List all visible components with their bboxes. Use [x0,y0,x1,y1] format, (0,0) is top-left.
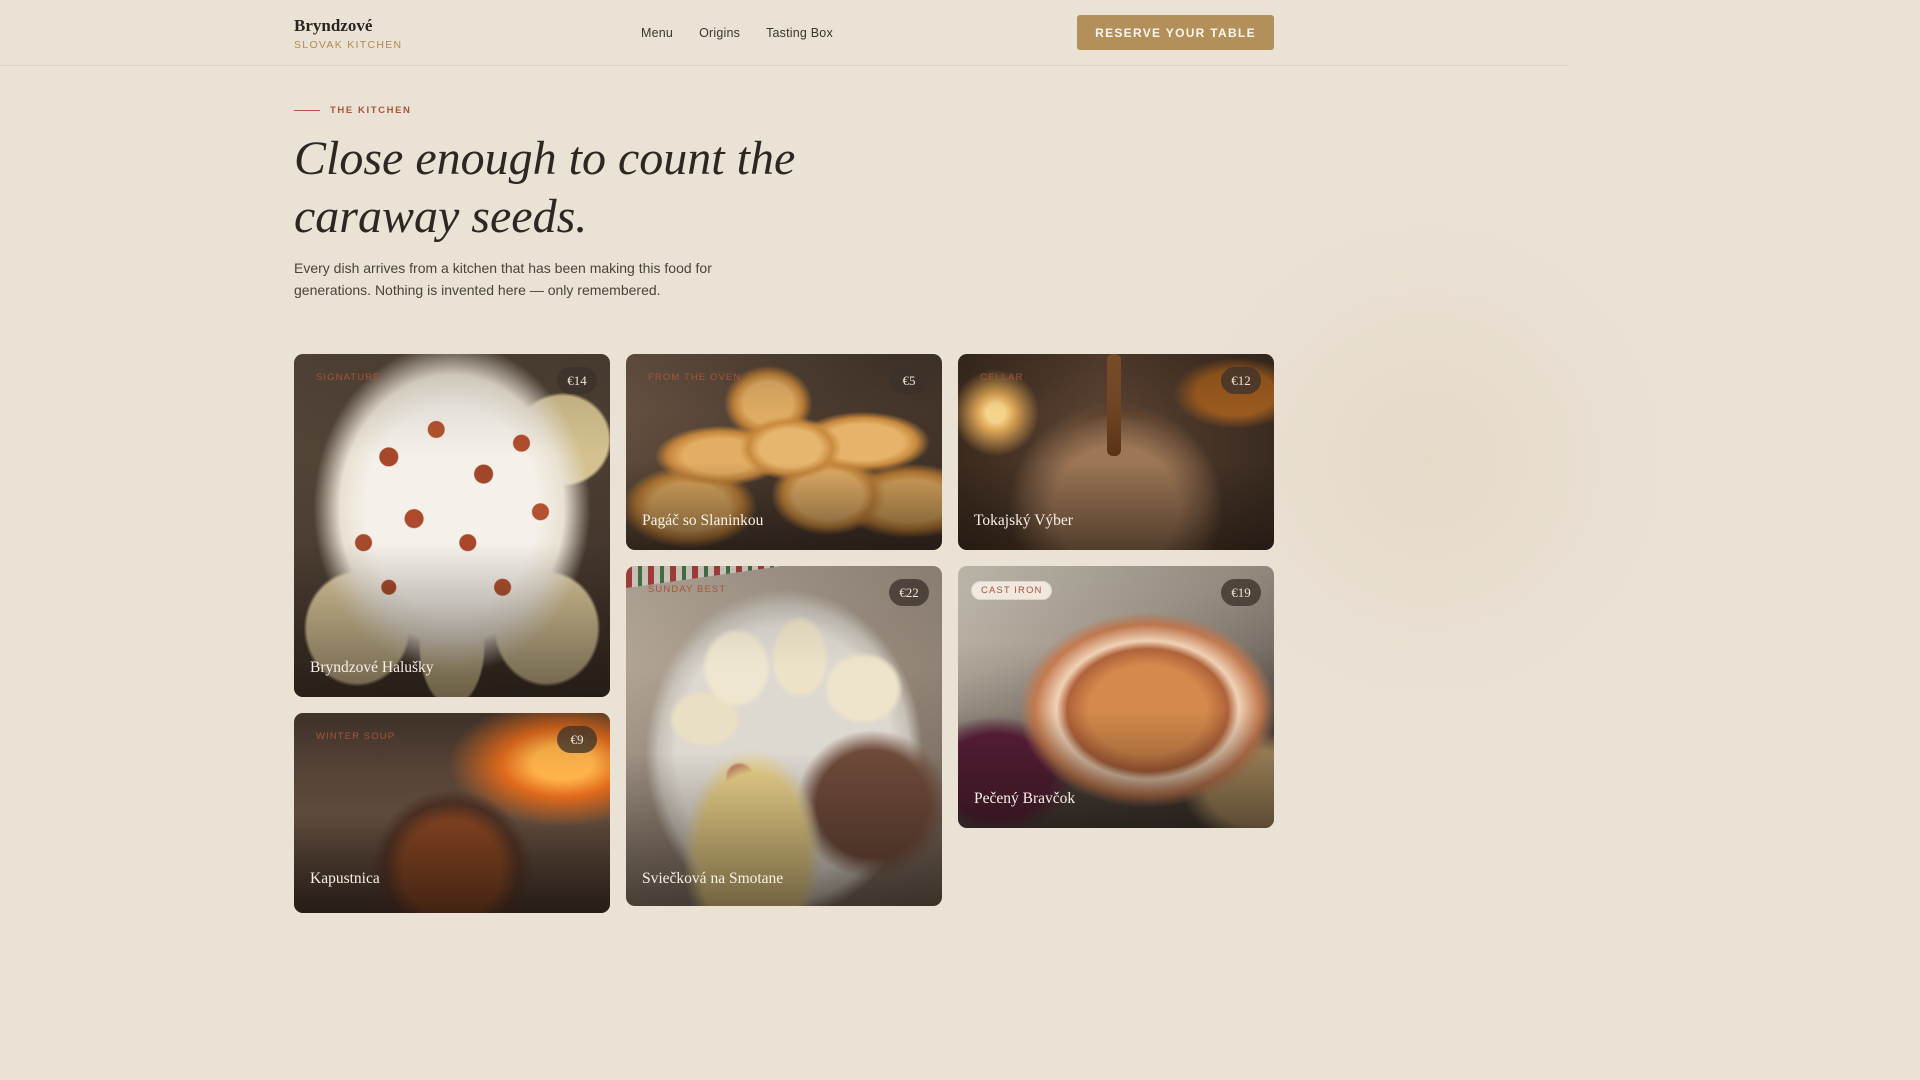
hero-lede: Every dish arrives from a kitchen that h… [294,260,712,298]
dish-name: Pagáč so Slaninkou [642,512,764,529]
dish-card-bravcok[interactable]: CAST IRON €19 Pečený Bravčok [958,566,1274,828]
nav-item-origins[interactable]: Origins [699,26,740,40]
site-header: Bryndzové SLOVAK KITCHEN Menu Origins Ta… [0,0,1568,66]
dish-card-svieckova[interactable]: SUNDAY BEST €22 Sviečková na Smotane [626,566,942,906]
dish-tag: SUNDAY BEST [648,584,727,595]
price-badge: €19 [1221,579,1261,606]
dish-name: Tokajský Výber [974,512,1073,529]
eyebrow-label: THE KITCHEN [330,105,412,116]
reserve-table-button[interactable]: RESERVE YOUR TABLE [1077,15,1274,50]
main-nav: Menu Origins Tasting Box [641,26,833,40]
price-badge: €5 [889,367,929,394]
price-badge: €9 [557,726,597,753]
dish-card-halusky[interactable]: SIGNATURE €14 Bryndzové Halušky [294,354,610,697]
brand-name: Bryndzové [294,16,373,35]
hero-title: Close enough to count the caraway seeds. [294,132,796,243]
dish-name: Pečený Bravčok [974,790,1076,807]
dish-card-tokaj[interactable]: CELLAR €12 Tokajský Výber [958,354,1274,550]
dish-name: Sviečková na Smotane [642,870,784,887]
dish-tag: FROM THE OVEN [648,372,742,383]
section-eyebrow: THE KITCHEN [294,105,411,116]
dish-card-pagac[interactable]: FROM THE OVEN €5 Pagáč so Slaninkou [626,354,942,550]
dish-name: Kapustnica [310,870,380,887]
brand-subtitle: SLOVAK KITCHEN [294,39,403,51]
dish-tag: CAST IRON [971,581,1053,600]
price-badge: €12 [1221,367,1261,394]
nav-item-menu[interactable]: Menu [641,26,673,40]
price-badge: €22 [889,579,929,606]
dish-tag: WINTER SOUP [316,731,396,742]
dish-name: Bryndzové Halušky [310,659,434,676]
dish-tag: SIGNATURE [316,372,381,383]
brand[interactable]: Bryndzové SLOVAK KITCHEN [294,16,402,51]
dish-card-kapustnica[interactable]: WINTER SOUP €9 Kapustnica [294,713,610,913]
price-badge: €14 [557,367,597,394]
eyebrow-line [294,110,320,111]
nav-item-tasting-box[interactable]: Tasting Box [766,26,833,40]
dish-tag: CELLAR [980,372,1024,383]
